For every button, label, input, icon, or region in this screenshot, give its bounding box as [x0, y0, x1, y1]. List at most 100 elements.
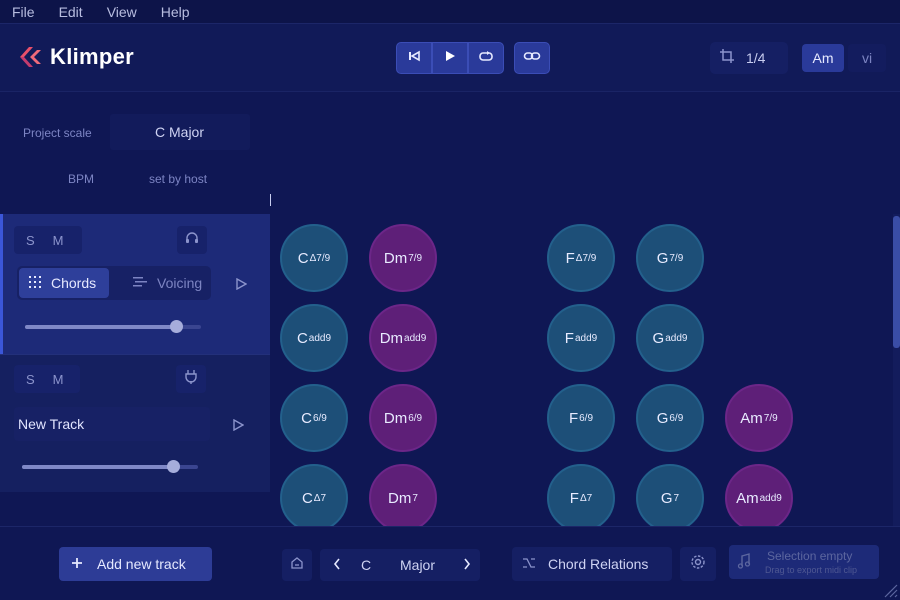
solo-button[interactable]: S	[26, 372, 35, 387]
track-mode-toggle: Chords Voicing	[17, 266, 211, 300]
chord-extension: add9	[308, 332, 332, 344]
project-scale-label: Project scale	[23, 126, 92, 140]
bpm-value: set by host	[149, 172, 208, 186]
solo-mute-group: S M	[14, 226, 82, 254]
app-logo: Klimper	[18, 44, 134, 70]
menu-view[interactable]: View	[107, 4, 137, 20]
chord-button[interactable]: Dm 7/9	[369, 224, 437, 292]
headphones-button[interactable]	[177, 226, 207, 254]
skip-back-icon	[407, 49, 421, 68]
settings-button[interactable]	[680, 547, 716, 581]
chord-button[interactable]: Am add9	[725, 464, 793, 526]
solo-button[interactable]: S	[26, 233, 35, 248]
chord-button[interactable]: F 6/9	[547, 384, 615, 452]
chord-button[interactable]: G7	[636, 464, 704, 526]
volume-knob[interactable]	[170, 320, 184, 333]
chord-extension: 6/9	[408, 412, 423, 424]
add-track-button[interactable]: Add new track	[59, 547, 212, 581]
chord-relations-label: Chord Relations	[548, 556, 649, 572]
project-scale-field[interactable]: C Major	[110, 114, 250, 150]
chord-button[interactable]: F Δ7	[547, 464, 615, 526]
quantize-selector[interactable]: 1/4	[710, 42, 788, 74]
plug-icon	[185, 369, 197, 389]
menu-file[interactable]: File	[12, 4, 35, 20]
chord-root: G	[660, 489, 673, 507]
chord-root: C	[297, 249, 309, 267]
volume-fill	[22, 465, 174, 469]
chord-button[interactable]: Dm 7	[369, 464, 437, 526]
transport-controls	[396, 42, 550, 74]
chord-root: F	[564, 329, 574, 347]
mute-button[interactable]: M	[53, 233, 64, 248]
klimper-logo-icon	[18, 44, 44, 70]
chord-button[interactable]: Fadd9	[547, 304, 615, 372]
voicing-mode-button[interactable]: Voicing	[121, 268, 209, 298]
chord-button[interactable]: F Δ7/9	[547, 224, 615, 292]
key-vi-button[interactable]: vi	[848, 44, 886, 72]
prev-key-button[interactable]	[332, 557, 342, 574]
chord-button[interactable]: C Δ7/9	[280, 224, 348, 292]
chord-root: G	[652, 329, 665, 347]
chord-relations-button[interactable]: Chord Relations	[512, 547, 672, 581]
chord-button[interactable]: Cadd9	[280, 304, 348, 372]
key-mode[interactable]: Major	[400, 557, 435, 573]
chord-root: F	[569, 489, 579, 507]
chord-button[interactable]: C 6/9	[280, 384, 348, 452]
menu-help[interactable]: Help	[161, 4, 190, 20]
chord-root: F	[568, 409, 579, 427]
chord-button[interactable]: Dm 6/9	[369, 384, 437, 452]
export-midi-dropzone[interactable]: Selection empty Drag to export midi clip	[729, 545, 879, 579]
chord-extension: Δ7	[313, 492, 327, 504]
bpm-label: BPM	[68, 172, 95, 186]
chord-extension: 6/9	[579, 412, 594, 424]
track-chords[interactable]: S M Chords Voicing	[0, 214, 270, 354]
chord-root: Am	[740, 409, 763, 427]
chord-root: Dm	[383, 409, 408, 427]
track-volume-slider[interactable]	[22, 460, 198, 473]
chord-extension: add9	[404, 332, 427, 344]
track-volume-slider[interactable]	[25, 320, 201, 333]
chord-button[interactable]: G 7/9	[636, 224, 704, 292]
chord-extension: 7/9	[408, 252, 423, 264]
chord-button[interactable]: Gadd9	[636, 304, 704, 372]
key-root[interactable]: C	[361, 557, 371, 573]
menu-edit[interactable]: Edit	[59, 4, 83, 20]
chord-button[interactable]: C Δ7	[280, 464, 348, 526]
chords-mode-button[interactable]: Chords	[19, 268, 109, 298]
play-outline-icon	[233, 419, 244, 431]
plug-button[interactable]	[176, 365, 206, 393]
key-am-button[interactable]: Am	[802, 44, 844, 72]
skip-back-button[interactable]	[396, 42, 432, 74]
chord-extension: 6/9	[669, 412, 684, 424]
chord-extension: Δ7/9	[575, 252, 597, 264]
chord-button[interactable]: Am 7/9	[725, 384, 793, 452]
next-key-button[interactable]	[462, 557, 472, 574]
track-panel: S M Chords Voicing S M New Track	[0, 214, 270, 492]
mute-button[interactable]: M	[53, 372, 64, 387]
app-name: Klimper	[50, 44, 135, 69]
track-play-button[interactable]	[228, 415, 248, 435]
chord-root: C	[296, 329, 308, 347]
solo-mute-group: S M	[14, 365, 80, 393]
chord-button[interactable]: G 6/9	[636, 384, 704, 452]
chevron-right-icon	[464, 558, 471, 570]
project-info: Project scale C Major BPM set by host	[0, 92, 270, 214]
play-button[interactable]	[432, 42, 468, 74]
play-icon	[443, 49, 457, 68]
chord-root: Am	[736, 489, 759, 507]
track-play-button[interactable]	[231, 274, 251, 294]
home-button[interactable]	[282, 549, 312, 581]
scrollbar-thumb[interactable]	[893, 216, 900, 348]
chevron-left-icon	[333, 558, 340, 570]
grid-icon	[29, 275, 41, 291]
grid-scrollbar[interactable]	[893, 214, 900, 526]
chord-button[interactable]: Dm add9	[369, 304, 437, 372]
resize-grip-icon[interactable]	[880, 580, 898, 598]
link-button[interactable]	[514, 42, 550, 74]
track-new[interactable]: S M New Track	[0, 354, 270, 492]
volume-knob[interactable]	[167, 460, 181, 473]
track-name-field[interactable]: New Track	[14, 407, 210, 441]
chord-root: C	[301, 489, 313, 507]
loop-button[interactable]	[468, 42, 504, 74]
relations-icon	[522, 556, 536, 572]
